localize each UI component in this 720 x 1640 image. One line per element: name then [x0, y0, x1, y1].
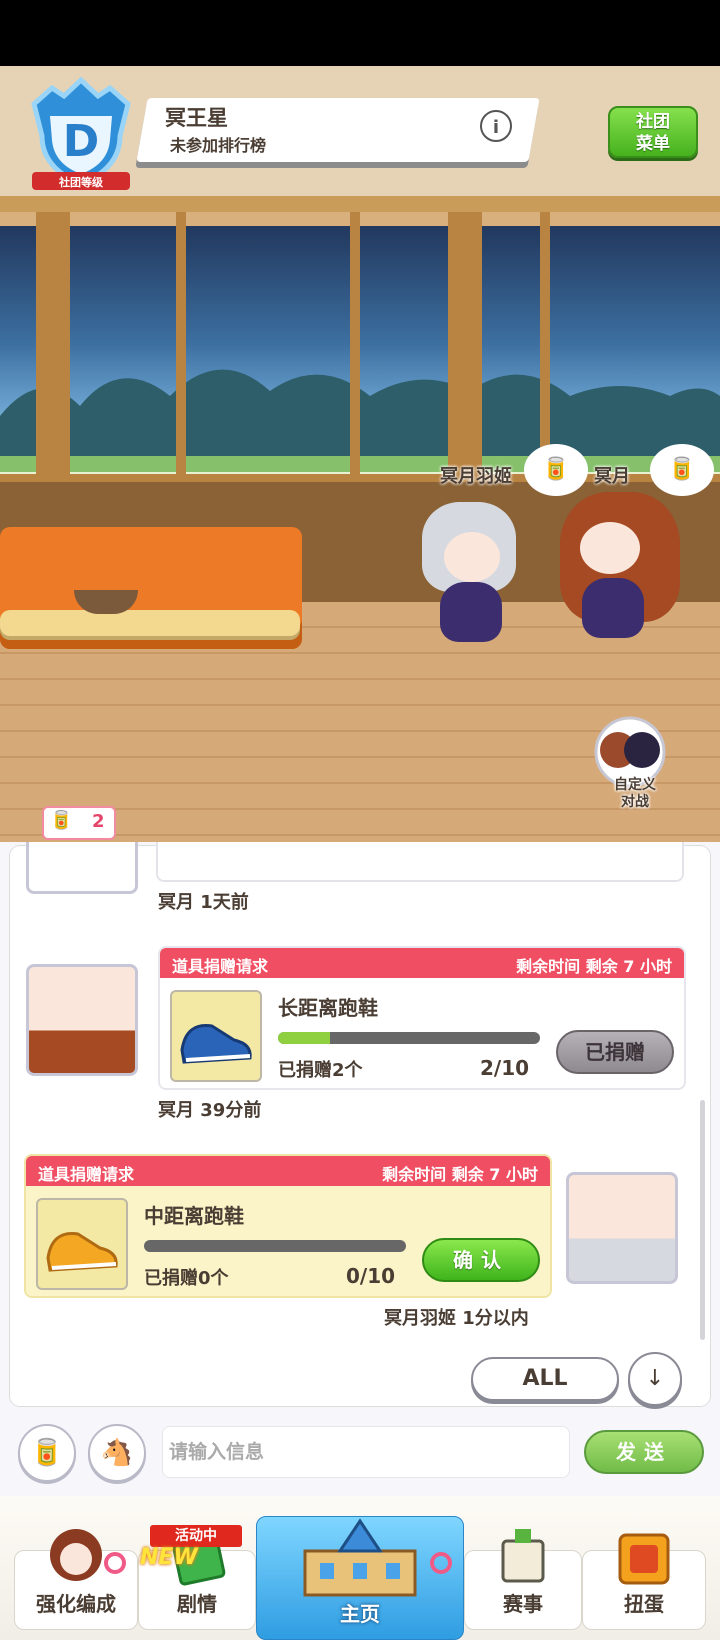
- tab-label: 剧情: [177, 1592, 217, 1616]
- tab-race[interactable]: 赛事: [464, 1529, 582, 1630]
- club-menu-button[interactable]: 社团 菜单: [608, 106, 698, 158]
- info-icon[interactable]: i: [480, 110, 512, 142]
- message-meta: 冥月 39分前: [158, 1100, 262, 1121]
- character-face: [580, 522, 640, 574]
- coffee-table: [0, 610, 300, 636]
- donation-request-card: 道具捐赠请求 剩余时间 剩余 7 小时 长距离跑鞋 已捐赠2个 2/10 已捐赠: [158, 946, 686, 1090]
- donated-count: 已捐赠2个: [278, 1060, 363, 1081]
- item-request-icon[interactable]: 🥫: [18, 1424, 76, 1482]
- donation-time-left: 剩余时间 剩余 7 小时: [516, 957, 672, 976]
- message-meta: 冥月羽姬 1分以内: [384, 1308, 529, 1329]
- donation-card-header: 道具捐赠请求 剩余时间 剩余 7 小时: [160, 948, 684, 978]
- item-name: 中距离跑鞋: [144, 1204, 244, 1228]
- tab-label: 强化编成: [36, 1592, 116, 1616]
- event-active-badge: 活动中: [150, 1525, 242, 1547]
- send-button[interactable]: 发送: [584, 1430, 704, 1474]
- donation-time-left: 剩余时间 剩余 7 小时: [382, 1165, 538, 1184]
- filter-all-button[interactable]: ALL: [471, 1357, 619, 1401]
- donation-card-title: 道具捐赠请求: [172, 957, 269, 976]
- character-name-1: 冥月羽姬: [440, 466, 512, 487]
- donation-request-card-own: 道具捐赠请求 剩余时间 剩余 7 小时 中距离跑鞋 已捐赠0个 0/10 确认: [24, 1154, 552, 1298]
- club-header: D 社团等级 冥王星 未参加排行榜 i 社团 菜单: [0, 66, 720, 212]
- notification-count: 2: [92, 811, 105, 832]
- club-name: 冥王星: [165, 106, 228, 130]
- message-meta: 冥月 1天前: [158, 892, 249, 913]
- item-can-icon[interactable]: 🥫: [524, 444, 588, 496]
- trees-illustration: [0, 369, 720, 486]
- avatar[interactable]: [26, 842, 138, 894]
- tab-label: 扭蛋: [624, 1592, 664, 1616]
- horseshoe-icon: [104, 1552, 126, 1574]
- club-room-scene: 冥月羽姬 冥月 🥫 🥫 自定义 对战: [0, 212, 720, 842]
- character-icon: [50, 1529, 102, 1581]
- donation-progress-bar: [144, 1240, 406, 1252]
- gacha-icon: [618, 1533, 670, 1585]
- custom-battle-label-1: 自定义: [614, 777, 656, 793]
- middle-distance-shoes-icon: [36, 1198, 128, 1290]
- custom-battle-label-2: 对战: [621, 794, 649, 810]
- donation-progress-bar: [278, 1032, 540, 1044]
- donation-ratio: 2/10: [480, 1056, 530, 1080]
- avatar-mejiro[interactable]: [26, 964, 138, 1076]
- school-building-icon: [303, 1518, 417, 1597]
- tab-label: 主页: [340, 1602, 380, 1626]
- rank-letter: D: [63, 116, 100, 167]
- donated-count: 已捐赠0个: [144, 1268, 229, 1289]
- tab-home[interactable]: 主页: [256, 1516, 464, 1640]
- window-frame: [36, 212, 70, 502]
- confirm-button[interactable]: 确认: [422, 1238, 540, 1282]
- character-name-2: 冥月: [594, 466, 630, 487]
- donation-progress-fill: [278, 1032, 331, 1044]
- donation-card-title: 道具捐赠请求: [38, 1165, 135, 1184]
- club-menu-label-1: 社团: [636, 112, 670, 132]
- character-outfit: [440, 582, 502, 642]
- club-ranking-status: 未参加排行榜: [170, 136, 267, 155]
- club-menu-label-2: 菜单: [636, 134, 670, 154]
- scroll-down-icon[interactable]: ↓: [628, 1352, 682, 1406]
- tab-label: 赛事: [503, 1592, 543, 1616]
- custom-battle-label: 自定义 对战: [590, 777, 680, 811]
- donated-button[interactable]: 已捐赠: [556, 1030, 674, 1074]
- rank-ribbon: 社团等级: [58, 175, 104, 189]
- character-outfit: [582, 578, 644, 638]
- avatar-oguri[interactable]: [566, 1172, 678, 1284]
- item-name: 长距离跑鞋: [278, 996, 378, 1020]
- horseshoe-icon: [430, 1552, 452, 1574]
- club-rank-badge[interactable]: D 社团等级: [24, 76, 138, 194]
- notification-badge[interactable]: 🥫: [42, 806, 116, 840]
- item-can-icon: 🥫: [50, 810, 73, 831]
- chat-scrollbar[interactable]: [700, 1100, 705, 1340]
- item-can-icon[interactable]: 🥫: [650, 444, 714, 496]
- window-frame: [448, 212, 482, 502]
- long-distance-shoes-icon: [170, 990, 262, 1082]
- donation-card-header: 道具捐赠请求 剩余时间 剩余 7 小时: [26, 1156, 550, 1186]
- tab-gacha[interactable]: 扭蛋: [582, 1533, 706, 1630]
- chat-panel[interactable]: 冥月 1天前 道具捐赠请求 剩余时间 剩余 7 小时 长距离跑鞋 已捐赠2个 2…: [0, 842, 720, 1420]
- window-frame: [176, 212, 186, 502]
- window-frame: [350, 212, 360, 502]
- race-icon: [501, 1529, 545, 1583]
- donation-ratio: 0/10: [346, 1264, 396, 1288]
- window-view: [0, 226, 720, 486]
- character-face: [444, 532, 500, 582]
- previous-message-card: [156, 842, 684, 882]
- message-input[interactable]: 请输入信息: [162, 1426, 570, 1478]
- new-badge: NEW: [140, 1545, 198, 1570]
- stamp-icon[interactable]: 🐴: [88, 1424, 146, 1482]
- chat-message-list[interactable]: [10, 846, 710, 1406]
